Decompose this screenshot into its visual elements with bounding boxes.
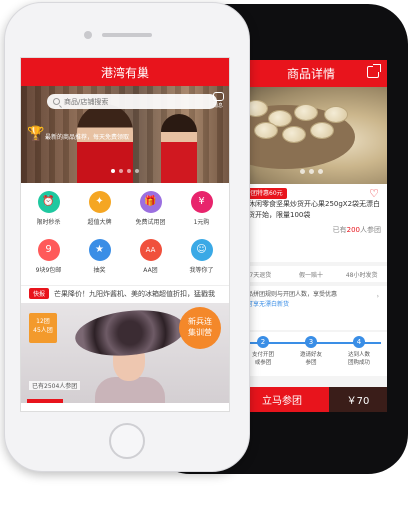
home-screen: 港湾有巢 消息 🏆 最新的商品推荐，每天免费领取 ⏰ 限时秒杀 — [20, 57, 230, 412]
news-flash-bar[interactable]: 快报 芒果降价！九阳炸酱机、美的冰箱超值折扣，猛戳我 — [21, 285, 229, 301]
speaker-grille — [102, 33, 152, 37]
grid-item-free-trial[interactable]: 🎁 免费试用团 — [125, 189, 176, 237]
grid-item-waiting[interactable]: ☺ 我等你了 — [176, 237, 227, 285]
product-photo — [235, 87, 387, 184]
pistachio-image — [295, 105, 317, 120]
grid-item-flash-sale[interactable]: ⏰ 限时秒杀 — [23, 189, 74, 237]
carousel-dots[interactable] — [21, 158, 229, 177]
product-joined-count: 已有2504人参团 — [29, 381, 81, 390]
next-card-tag — [27, 399, 63, 403]
home-button[interactable] — [109, 423, 145, 459]
hat-image — [73, 305, 187, 361]
grid-item-one-yuan[interactable]: ¥ 1元购 — [176, 189, 227, 237]
policy-fake: 假一赔十 — [299, 271, 324, 279]
search-input[interactable] — [64, 97, 174, 106]
rule-text: 出品拼团规则与开团人数，享受优惠 — [241, 291, 338, 298]
grid-item-aa-group[interactable]: AA AA团 — [125, 237, 176, 285]
app-title: 港湾有巢 — [100, 65, 149, 80]
product-info: 拼团特惠60元 ♡ 产休闲零食坚果炒货开心果250gX2袋无漂白新货开始，限量1… — [235, 184, 387, 262]
new-recruit-badge: 新兵连 集训营 — [179, 307, 221, 349]
trophy-icon: 🏆 — [27, 126, 45, 142]
banner-carousel[interactable]: 消息 🏆 最新的商品推荐，每天免费领取 — [21, 86, 229, 183]
pistachio-image — [255, 123, 277, 138]
joined-count: 已有200人参团 — [332, 226, 381, 234]
carousel-dots[interactable] — [235, 159, 387, 178]
grid-item-lottery[interactable]: ★ 抽奖 — [74, 237, 125, 285]
grid-item-free-shipping[interactable]: 9 9块9包邮 — [23, 237, 74, 285]
grid-item-brands[interactable]: ✦ 超值大牌 — [74, 189, 125, 237]
policy-shipping: 48小时发货 — [345, 271, 378, 279]
lottery-icon: ★ — [88, 239, 111, 261]
chevron-right-icon: › — [376, 293, 379, 300]
product-card[interactable]: 12团 45人团 新兵连 集训营 已有2504人参团 — [21, 303, 229, 403]
money-icon: ¥ — [190, 191, 213, 213]
category-grid: ⏰ 限时秒杀 ✦ 超值大牌 🎁 免费试用团 ¥ 1元购 9 9块9包邮 ★ 抽奖 — [21, 183, 229, 285]
search-icon — [53, 98, 60, 105]
group-size-badge: 12团 45人团 — [29, 313, 57, 343]
home-header: 港湾有巢 — [21, 58, 229, 86]
favorite-heart-icon[interactable]: ♡ — [369, 188, 379, 199]
gift-icon: 🎁 — [139, 191, 162, 213]
banner-slogan: 最新的商品推荐，每天免费领取 — [45, 134, 130, 141]
detail-title: 商品详情 — [286, 67, 335, 81]
pistachio-image — [325, 107, 347, 122]
user-icon: ☺ — [190, 239, 213, 261]
step-item: 4 达到人数 团购成功 — [347, 336, 370, 366]
message-icon — [212, 92, 224, 101]
rule-link[interactable]: 即可享无漂白新货 — [241, 300, 381, 310]
share-icon[interactable] — [367, 64, 381, 78]
pistachio-image — [311, 123, 333, 138]
flash-tag: 快报 — [29, 288, 50, 299]
aa-icon: AA — [139, 239, 162, 261]
pistachio-image — [283, 127, 305, 142]
detail-header: 商品详情 — [235, 60, 387, 87]
group-steps: 2 支付开团 或参团 3 邀请好友 参团 4 达到人数 团购成功 — [235, 332, 387, 376]
price-label: ￥70 — [329, 387, 387, 412]
message-button[interactable]: 消息 — [211, 92, 225, 112]
step-item: 3 邀请好友 参团 — [299, 336, 322, 366]
camera-icon — [84, 31, 92, 39]
service-policies: 7天退货 假一赔十 48小时发货 — [235, 266, 387, 282]
bottom-action-bar: 立马参团 ￥70 — [235, 387, 387, 412]
detail-screen: 商品详情 拼团特惠60元 ♡ 产休闲零食坚果炒货开心果250gX2袋无漂白新货开… — [235, 60, 387, 412]
alarm-icon: ⏰ — [37, 191, 60, 213]
price-icon: 9 — [37, 239, 60, 261]
message-label: 消息 — [212, 103, 223, 109]
product-title: 产休闲零食坚果炒货开心果250gX2袋无漂白新货开始，限量100袋 — [241, 200, 381, 219]
group-rule-row[interactable]: 出品拼团规则与开团人数，享受优惠 即可享无漂白新货 › — [235, 286, 387, 330]
search-bar[interactable] — [47, 94, 217, 109]
flash-text: 芒果降价！九阳炸酱机、美的冰箱超值折扣，猛戳我 — [54, 289, 216, 298]
mockup-stage: 商品详情 拼团特惠60元 ♡ 产休闲零食坚果炒货开心果250gX2袋无漂白新货开… — [0, 0, 420, 513]
brand-icon: ✦ — [88, 191, 111, 213]
